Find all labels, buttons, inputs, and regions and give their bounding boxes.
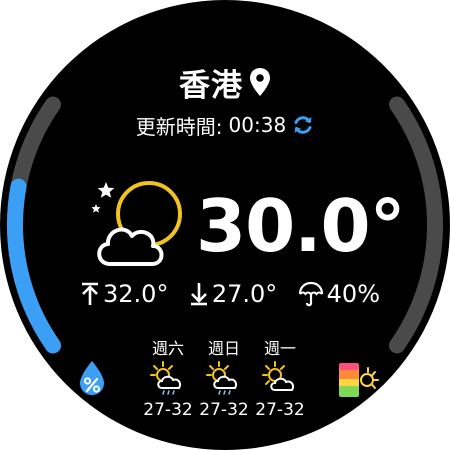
watch-screen: 香港 更新時間: 00:38 30.0° 32.0° 27.0° 40% 週六 … bbox=[0, 0, 450, 450]
watch-face: 香港 更新時間: 00:38 30.0° 32.0° 27.0° 40% 週六 … bbox=[0, 0, 450, 450]
rain-chance-value: 40% bbox=[326, 280, 380, 308]
refresh-icon[interactable] bbox=[292, 114, 314, 136]
forecast-temp-range: 27-32 bbox=[199, 400, 249, 420]
sun-cloud-icon bbox=[262, 361, 295, 391]
location-pin-icon bbox=[250, 68, 270, 96]
current-temperature: 30.0° bbox=[196, 184, 406, 268]
forecast-day[interactable]: 週日 27-32 bbox=[194, 338, 254, 422]
arrow-up-icon bbox=[82, 282, 98, 305]
forecast-day[interactable]: 週一 27-32 bbox=[250, 338, 310, 422]
update-label: 更新時間: bbox=[135, 114, 223, 139]
sun-cloud-rain-icon bbox=[150, 361, 182, 395]
moon-cloud-icon bbox=[91, 181, 182, 266]
daily-stats: 32.0° 27.0° 40% bbox=[80, 277, 380, 311]
forecast-day[interactable]: 週六 27-32 bbox=[138, 338, 198, 422]
low-temp-stat: 27.0° bbox=[189, 280, 277, 308]
high-temp-value: 32.0° bbox=[103, 280, 169, 308]
location-header[interactable]: 香港 bbox=[0, 60, 450, 104]
humidity-percent-icon[interactable] bbox=[78, 360, 106, 396]
forecast-day-label: 週六 bbox=[151, 339, 184, 358]
city-name: 香港 bbox=[179, 67, 243, 104]
rain-chance-stat: 40% bbox=[298, 280, 380, 308]
umbrella-icon bbox=[298, 281, 323, 307]
low-temp-value: 27.0° bbox=[211, 280, 278, 308]
forecast-temp-range: 27-32 bbox=[143, 400, 193, 420]
update-time: 00:38 bbox=[228, 113, 287, 137]
forecast-day-label: 週一 bbox=[263, 339, 296, 358]
theme-palette-icon[interactable] bbox=[336, 360, 382, 400]
forecast-day-label: 週日 bbox=[207, 339, 240, 358]
left-arc-fill bbox=[6, 178, 61, 354]
forecast-temp-range: 27-32 bbox=[255, 400, 305, 420]
update-time-row: 更新時間: 00:38 bbox=[0, 110, 450, 140]
arrow-down-icon bbox=[190, 283, 207, 306]
high-temp-stat: 32.0° bbox=[80, 280, 168, 308]
sun-cloud-rain-icon bbox=[206, 361, 238, 395]
